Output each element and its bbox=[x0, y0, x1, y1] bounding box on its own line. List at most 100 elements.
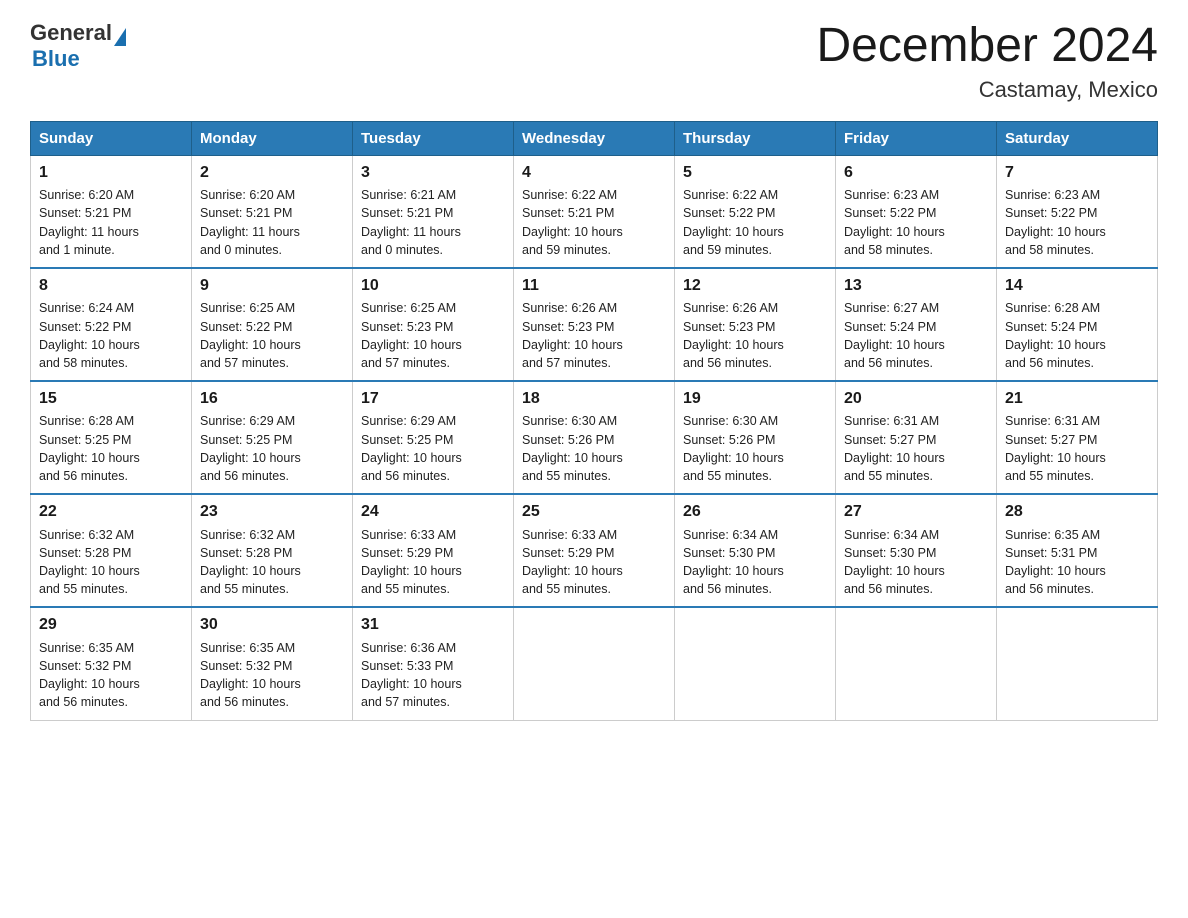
day-number: 25 bbox=[522, 501, 666, 523]
day-number: 26 bbox=[683, 501, 827, 523]
day-number: 5 bbox=[683, 162, 827, 184]
calendar-cell: 5 Sunrise: 6:22 AMSunset: 5:22 PMDaylight… bbox=[675, 155, 836, 268]
day-number: 16 bbox=[200, 388, 344, 410]
day-number: 20 bbox=[844, 388, 988, 410]
day-info: Sunrise: 6:35 AMSunset: 5:32 PMDaylight:… bbox=[200, 641, 301, 710]
day-info: Sunrise: 6:28 AMSunset: 5:25 PMDaylight:… bbox=[39, 414, 140, 483]
calendar-cell: 8 Sunrise: 6:24 AMSunset: 5:22 PMDaylight… bbox=[31, 268, 192, 381]
header-friday: Friday bbox=[836, 121, 997, 155]
title-block: December 2024 Castamay, Mexico bbox=[816, 20, 1158, 103]
header-monday: Monday bbox=[192, 121, 353, 155]
day-number: 7 bbox=[1005, 162, 1149, 184]
day-info: Sunrise: 6:34 AMSunset: 5:30 PMDaylight:… bbox=[683, 528, 784, 597]
day-info: Sunrise: 6:33 AMSunset: 5:29 PMDaylight:… bbox=[522, 528, 623, 597]
day-number: 6 bbox=[844, 162, 988, 184]
calendar-cell: 4 Sunrise: 6:22 AMSunset: 5:21 PMDaylight… bbox=[514, 155, 675, 268]
calendar-cell: 20 Sunrise: 6:31 AMSunset: 5:27 PMDayligh… bbox=[836, 381, 997, 494]
day-info: Sunrise: 6:31 AMSunset: 5:27 PMDaylight:… bbox=[1005, 414, 1106, 483]
day-number: 13 bbox=[844, 275, 988, 297]
calendar-week-2: 8 Sunrise: 6:24 AMSunset: 5:22 PMDaylight… bbox=[31, 268, 1158, 381]
calendar-cell: 12Sunrise: 6:26 AMSunset: 5:23 PMDayligh… bbox=[675, 268, 836, 381]
calendar-table: SundayMondayTuesdayWednesdayThursdayFrid… bbox=[30, 121, 1158, 721]
day-number: 15 bbox=[39, 388, 183, 410]
calendar-cell bbox=[836, 607, 997, 720]
day-number: 9 bbox=[200, 275, 344, 297]
calendar-cell: 23 Sunrise: 6:32 AMSunset: 5:28 PMDayligh… bbox=[192, 494, 353, 607]
day-info: Sunrise: 6:32 AMSunset: 5:28 PMDaylight:… bbox=[39, 528, 140, 597]
day-number: 24 bbox=[361, 501, 505, 523]
calendar-cell: 3Sunrise: 6:21 AMSunset: 5:21 PMDaylight… bbox=[353, 155, 514, 268]
day-number: 17 bbox=[361, 388, 505, 410]
calendar-cell: 31 Sunrise: 6:36 AMSunset: 5:33 PMDayligh… bbox=[353, 607, 514, 720]
day-info: Sunrise: 6:27 AMSunset: 5:24 PMDaylight:… bbox=[844, 301, 945, 370]
calendar-cell: 14 Sunrise: 6:28 AMSunset: 5:24 PMDayligh… bbox=[997, 268, 1158, 381]
day-number: 10 bbox=[361, 275, 505, 297]
day-number: 23 bbox=[200, 501, 344, 523]
calendar-cell: 26 Sunrise: 6:34 AMSunset: 5:30 PMDayligh… bbox=[675, 494, 836, 607]
day-info: Sunrise: 6:35 AMSunset: 5:31 PMDaylight:… bbox=[1005, 528, 1106, 597]
calendar-cell: 7 Sunrise: 6:23 AMSunset: 5:22 PMDaylight… bbox=[997, 155, 1158, 268]
day-info: Sunrise: 6:26 AMSunset: 5:23 PMDaylight:… bbox=[522, 301, 623, 370]
calendar-cell: 28Sunrise: 6:35 AMSunset: 5:31 PMDayligh… bbox=[997, 494, 1158, 607]
calendar-cell: 9 Sunrise: 6:25 AMSunset: 5:22 PMDaylight… bbox=[192, 268, 353, 381]
day-info: Sunrise: 6:25 AMSunset: 5:23 PMDaylight:… bbox=[361, 301, 462, 370]
calendar-cell: 10 Sunrise: 6:25 AMSunset: 5:23 PMDayligh… bbox=[353, 268, 514, 381]
calendar-cell: 18Sunrise: 6:30 AMSunset: 5:26 PMDayligh… bbox=[514, 381, 675, 494]
day-info: Sunrise: 6:22 AMSunset: 5:22 PMDaylight:… bbox=[683, 188, 784, 257]
day-number: 29 bbox=[39, 614, 183, 636]
calendar-week-1: 1 Sunrise: 6:20 AMSunset: 5:21 PMDaylight… bbox=[31, 155, 1158, 268]
header-wednesday: Wednesday bbox=[514, 121, 675, 155]
day-info: Sunrise: 6:32 AMSunset: 5:28 PMDaylight:… bbox=[200, 528, 301, 597]
calendar-cell: 17 Sunrise: 6:29 AMSunset: 5:25 PMDayligh… bbox=[353, 381, 514, 494]
calendar-cell: 16 Sunrise: 6:29 AMSunset: 5:25 PMDayligh… bbox=[192, 381, 353, 494]
calendar-cell: 15 Sunrise: 6:28 AMSunset: 5:25 PMDayligh… bbox=[31, 381, 192, 494]
header-tuesday: Tuesday bbox=[353, 121, 514, 155]
header-thursday: Thursday bbox=[675, 121, 836, 155]
calendar-cell: 27 Sunrise: 6:34 AMSunset: 5:30 PMDayligh… bbox=[836, 494, 997, 607]
calendar-cell: 13 Sunrise: 6:27 AMSunset: 5:24 PMDayligh… bbox=[836, 268, 997, 381]
page-header: General Blue December 2024 Castamay, Mex… bbox=[30, 20, 1158, 103]
day-info: Sunrise: 6:36 AMSunset: 5:33 PMDaylight:… bbox=[361, 641, 462, 710]
day-number: 8 bbox=[39, 275, 183, 297]
day-info: Sunrise: 6:33 AMSunset: 5:29 PMDaylight:… bbox=[361, 528, 462, 597]
header-sunday: Sunday bbox=[31, 121, 192, 155]
day-number: 19 bbox=[683, 388, 827, 410]
day-info: Sunrise: 6:30 AMSunset: 5:26 PMDaylight:… bbox=[683, 414, 784, 483]
calendar-title: December 2024 bbox=[816, 20, 1158, 73]
day-info: Sunrise: 6:26 AMSunset: 5:23 PMDaylight:… bbox=[683, 301, 784, 370]
logo-general: General bbox=[30, 20, 112, 46]
day-info: Sunrise: 6:20 AMSunset: 5:21 PMDaylight:… bbox=[39, 188, 139, 257]
day-number: 30 bbox=[200, 614, 344, 636]
calendar-cell: 22Sunrise: 6:32 AMSunset: 5:28 PMDayligh… bbox=[31, 494, 192, 607]
day-number: 4 bbox=[522, 162, 666, 184]
day-info: Sunrise: 6:29 AMSunset: 5:25 PMDaylight:… bbox=[200, 414, 301, 483]
calendar-cell: 6 Sunrise: 6:23 AMSunset: 5:22 PMDaylight… bbox=[836, 155, 997, 268]
day-info: Sunrise: 6:24 AMSunset: 5:22 PMDaylight:… bbox=[39, 301, 140, 370]
day-number: 21 bbox=[1005, 388, 1149, 410]
calendar-cell: 29Sunrise: 6:35 AMSunset: 5:32 PMDayligh… bbox=[31, 607, 192, 720]
day-number: 14 bbox=[1005, 275, 1149, 297]
day-info: Sunrise: 6:23 AMSunset: 5:22 PMDaylight:… bbox=[1005, 188, 1106, 257]
day-info: Sunrise: 6:22 AMSunset: 5:21 PMDaylight:… bbox=[522, 188, 623, 257]
day-number: 3 bbox=[361, 162, 505, 184]
day-number: 31 bbox=[361, 614, 505, 636]
calendar-cell: 2Sunrise: 6:20 AMSunset: 5:21 PMDaylight… bbox=[192, 155, 353, 268]
day-info: Sunrise: 6:31 AMSunset: 5:27 PMDaylight:… bbox=[844, 414, 945, 483]
calendar-cell: 21 Sunrise: 6:31 AMSunset: 5:27 PMDayligh… bbox=[997, 381, 1158, 494]
calendar-cell: 25 Sunrise: 6:33 AMSunset: 5:29 PMDayligh… bbox=[514, 494, 675, 607]
calendar-cell: 1 Sunrise: 6:20 AMSunset: 5:21 PMDaylight… bbox=[31, 155, 192, 268]
calendar-cell bbox=[997, 607, 1158, 720]
calendar-week-5: 29 Sunrise: 6:35 AMSunset: 5:32 PMDayligh… bbox=[31, 607, 1158, 720]
day-number: 1 bbox=[39, 162, 183, 184]
header-saturday: Saturday bbox=[997, 121, 1158, 155]
calendar-subtitle: Castamay, Mexico bbox=[816, 77, 1158, 103]
calendar-cell: 24 Sunrise: 6:33 AMSunset: 5:29 PMDayligh… bbox=[353, 494, 514, 607]
day-info: Sunrise: 6:28 AMSunset: 5:24 PMDaylight:… bbox=[1005, 301, 1106, 370]
calendar-cell bbox=[514, 607, 675, 720]
logo-blue: Blue bbox=[32, 46, 80, 71]
day-info: Sunrise: 6:23 AMSunset: 5:22 PMDaylight:… bbox=[844, 188, 945, 257]
day-info: Sunrise: 6:25 AMSunset: 5:22 PMDaylight:… bbox=[200, 301, 301, 370]
day-number: 27 bbox=[844, 501, 988, 523]
day-info: Sunrise: 6:34 AMSunset: 5:30 PMDaylight:… bbox=[844, 528, 945, 597]
day-info: Sunrise: 6:29 AMSunset: 5:25 PMDaylight:… bbox=[361, 414, 462, 483]
